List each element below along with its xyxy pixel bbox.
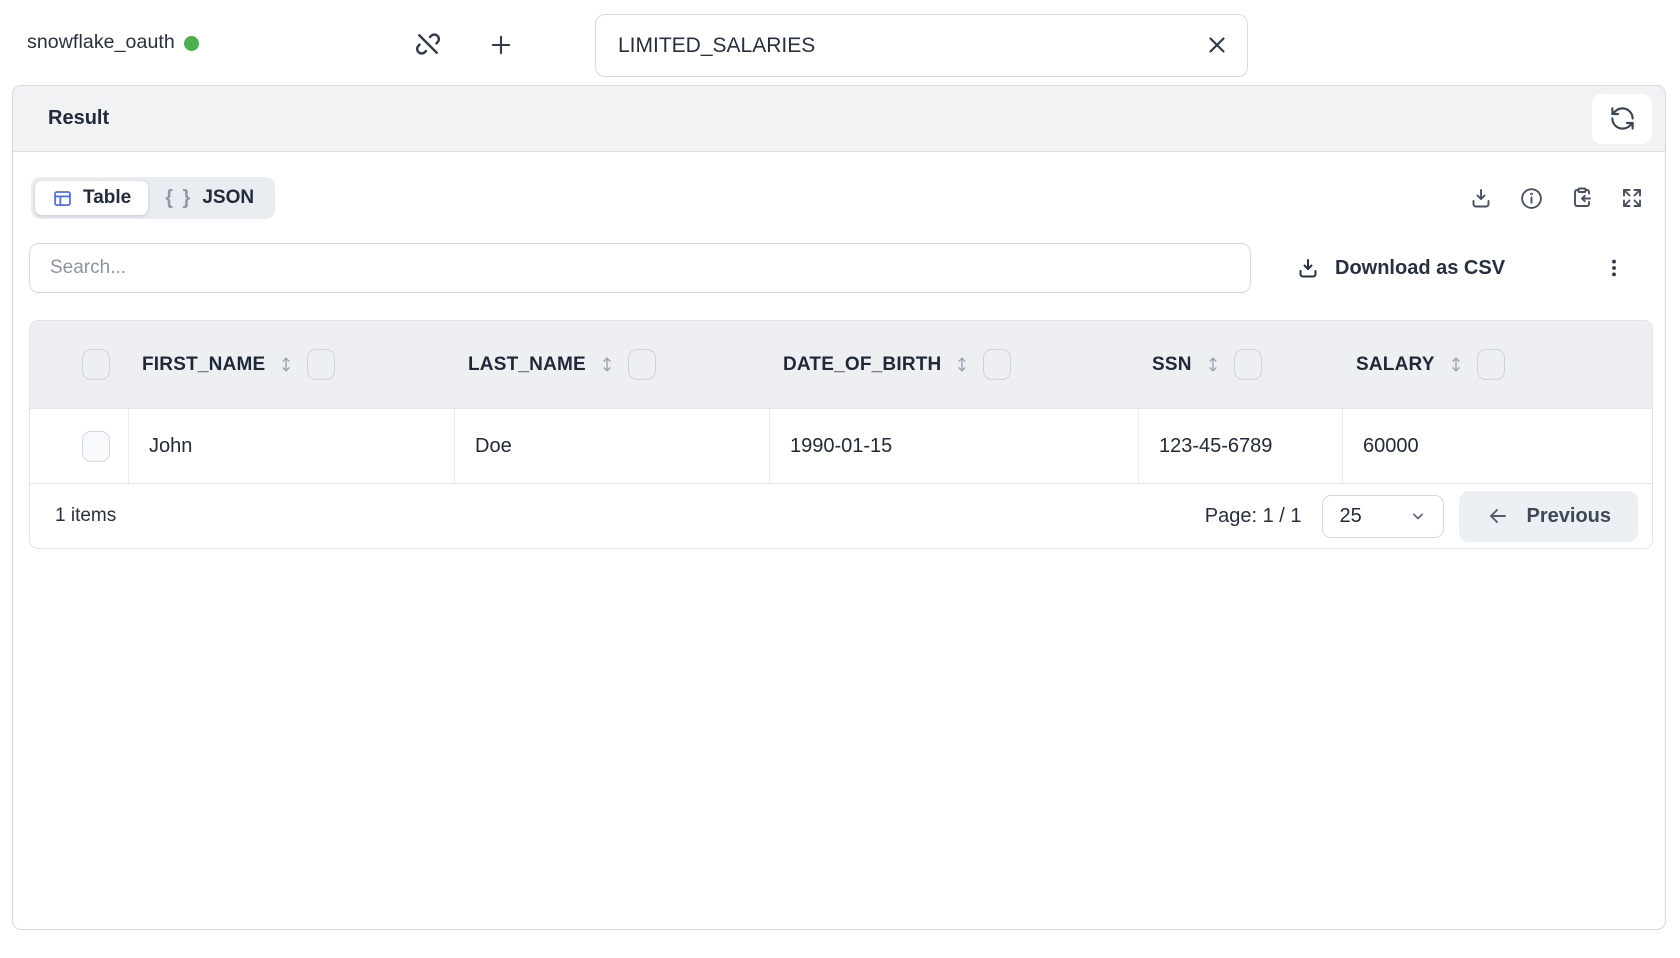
previous-label: Previous (1527, 505, 1611, 528)
column-options-checkbox[interactable] (307, 349, 335, 380)
download-result-button[interactable] (1469, 186, 1493, 210)
column-options-checkbox[interactable] (983, 349, 1011, 380)
toolbar-row: Table { } JSON (29, 177, 1653, 219)
column-label: DATE_OF_BIRTH (783, 354, 941, 376)
row-checkbox[interactable] (82, 431, 110, 462)
download-icon (1469, 186, 1493, 210)
result-panel-body: Table { } JSON (13, 152, 1665, 549)
result-panel: Result (12, 85, 1666, 930)
pagination-controls: Page: 1 / 1 25 (1205, 491, 1638, 542)
sort-icon[interactable] (1203, 353, 1223, 376)
result-toolbar-icons (1469, 186, 1644, 211)
download-icon (1296, 256, 1320, 280)
clear-table-name-button[interactable] (1204, 32, 1230, 58)
close-icon (1204, 32, 1230, 58)
tab-table-label: Table (83, 187, 131, 209)
search-input[interactable] (29, 243, 1251, 293)
sort-icon[interactable] (276, 353, 296, 376)
cell-last-name: Doe (454, 409, 769, 483)
result-panel-header: Result (13, 86, 1665, 152)
table-grid-icon (52, 188, 73, 209)
expand-icon (1620, 186, 1644, 210)
clipboard-paste-icon (1570, 186, 1594, 210)
connection-name: snowflake_oauth (27, 31, 175, 54)
column-header-last-name: LAST_NAME (454, 321, 769, 408)
add-tab-button[interactable] (487, 31, 515, 59)
tab-json-view[interactable]: { } JSON (148, 181, 271, 215)
refresh-icon (1609, 105, 1636, 132)
connection-selector[interactable]: snowflake_oauth (27, 0, 199, 85)
download-csv-button[interactable]: Download as CSV (1296, 256, 1505, 280)
refresh-button[interactable] (1592, 94, 1652, 144)
cell-salary: 60000 (1342, 409, 1652, 483)
unlink-button[interactable] (413, 29, 443, 59)
column-label: SALARY (1356, 354, 1435, 376)
table-options-menu-button[interactable] (1603, 257, 1625, 279)
tab-table-view[interactable]: Table (35, 181, 148, 215)
result-info-button[interactable] (1519, 186, 1544, 211)
curly-braces-icon: { } (165, 187, 192, 210)
chevron-down-icon (1408, 506, 1428, 526)
arrow-left-icon (1486, 504, 1510, 528)
info-icon (1519, 186, 1544, 211)
sort-icon[interactable] (952, 353, 972, 376)
download-csv-label: Download as CSV (1335, 257, 1505, 280)
previous-page-button[interactable]: Previous (1459, 491, 1638, 542)
page-size-value: 25 (1340, 505, 1362, 528)
table-name-field-wrap (595, 14, 1248, 77)
table-header-row: FIRST_NAME LAST_NAME (30, 321, 1652, 408)
sort-icon[interactable] (597, 353, 617, 376)
column-options-checkbox[interactable] (1234, 349, 1262, 380)
panel-title: Result (48, 107, 109, 130)
cell-date-of-birth: 1990-01-15 (769, 409, 1138, 483)
column-label: FIRST_NAME (142, 354, 265, 376)
table-footer: 1 items Page: 1 / 1 25 (30, 483, 1652, 548)
app-window: snowflake_oauth (0, 0, 1680, 958)
column-label: SSN (1152, 354, 1192, 376)
column-header-ssn: SSN (1138, 321, 1342, 408)
copy-result-button[interactable] (1570, 186, 1594, 210)
link-off-icon (413, 29, 443, 59)
column-header-date-of-birth: DATE_OF_BIRTH (769, 321, 1138, 408)
cell-ssn: 123-45-6789 (1138, 409, 1342, 483)
column-header-salary: SALARY (1342, 321, 1652, 408)
table-row: John Doe 1990-01-15 123-45-6789 60000 (30, 408, 1652, 483)
plus-icon (487, 31, 515, 59)
column-options-checkbox[interactable] (1477, 349, 1505, 380)
cell-first-name: John (128, 409, 454, 483)
view-toggle: Table { } JSON (31, 177, 275, 219)
tab-json-label: JSON (202, 187, 254, 209)
column-options-checkbox[interactable] (628, 349, 656, 380)
vertical-dots-icon (1603, 257, 1625, 279)
column-header-first-name: FIRST_NAME (128, 321, 454, 408)
result-table: FIRST_NAME LAST_NAME (29, 320, 1653, 549)
connection-status-dot-icon (184, 36, 199, 51)
top-bar: snowflake_oauth (0, 0, 1680, 85)
sort-icon[interactable] (1446, 353, 1466, 376)
page-indicator: Page: 1 / 1 (1205, 505, 1302, 528)
column-label: LAST_NAME (468, 354, 586, 376)
select-all-cell (30, 321, 128, 408)
table-name-input[interactable] (595, 14, 1248, 77)
select-all-checkbox[interactable] (82, 349, 110, 380)
row-select-cell (30, 409, 128, 483)
search-row: Download as CSV (29, 243, 1653, 293)
page-size-select[interactable]: 25 (1322, 495, 1444, 538)
items-count-label: 1 items (55, 505, 116, 527)
fullscreen-button[interactable] (1620, 186, 1644, 210)
